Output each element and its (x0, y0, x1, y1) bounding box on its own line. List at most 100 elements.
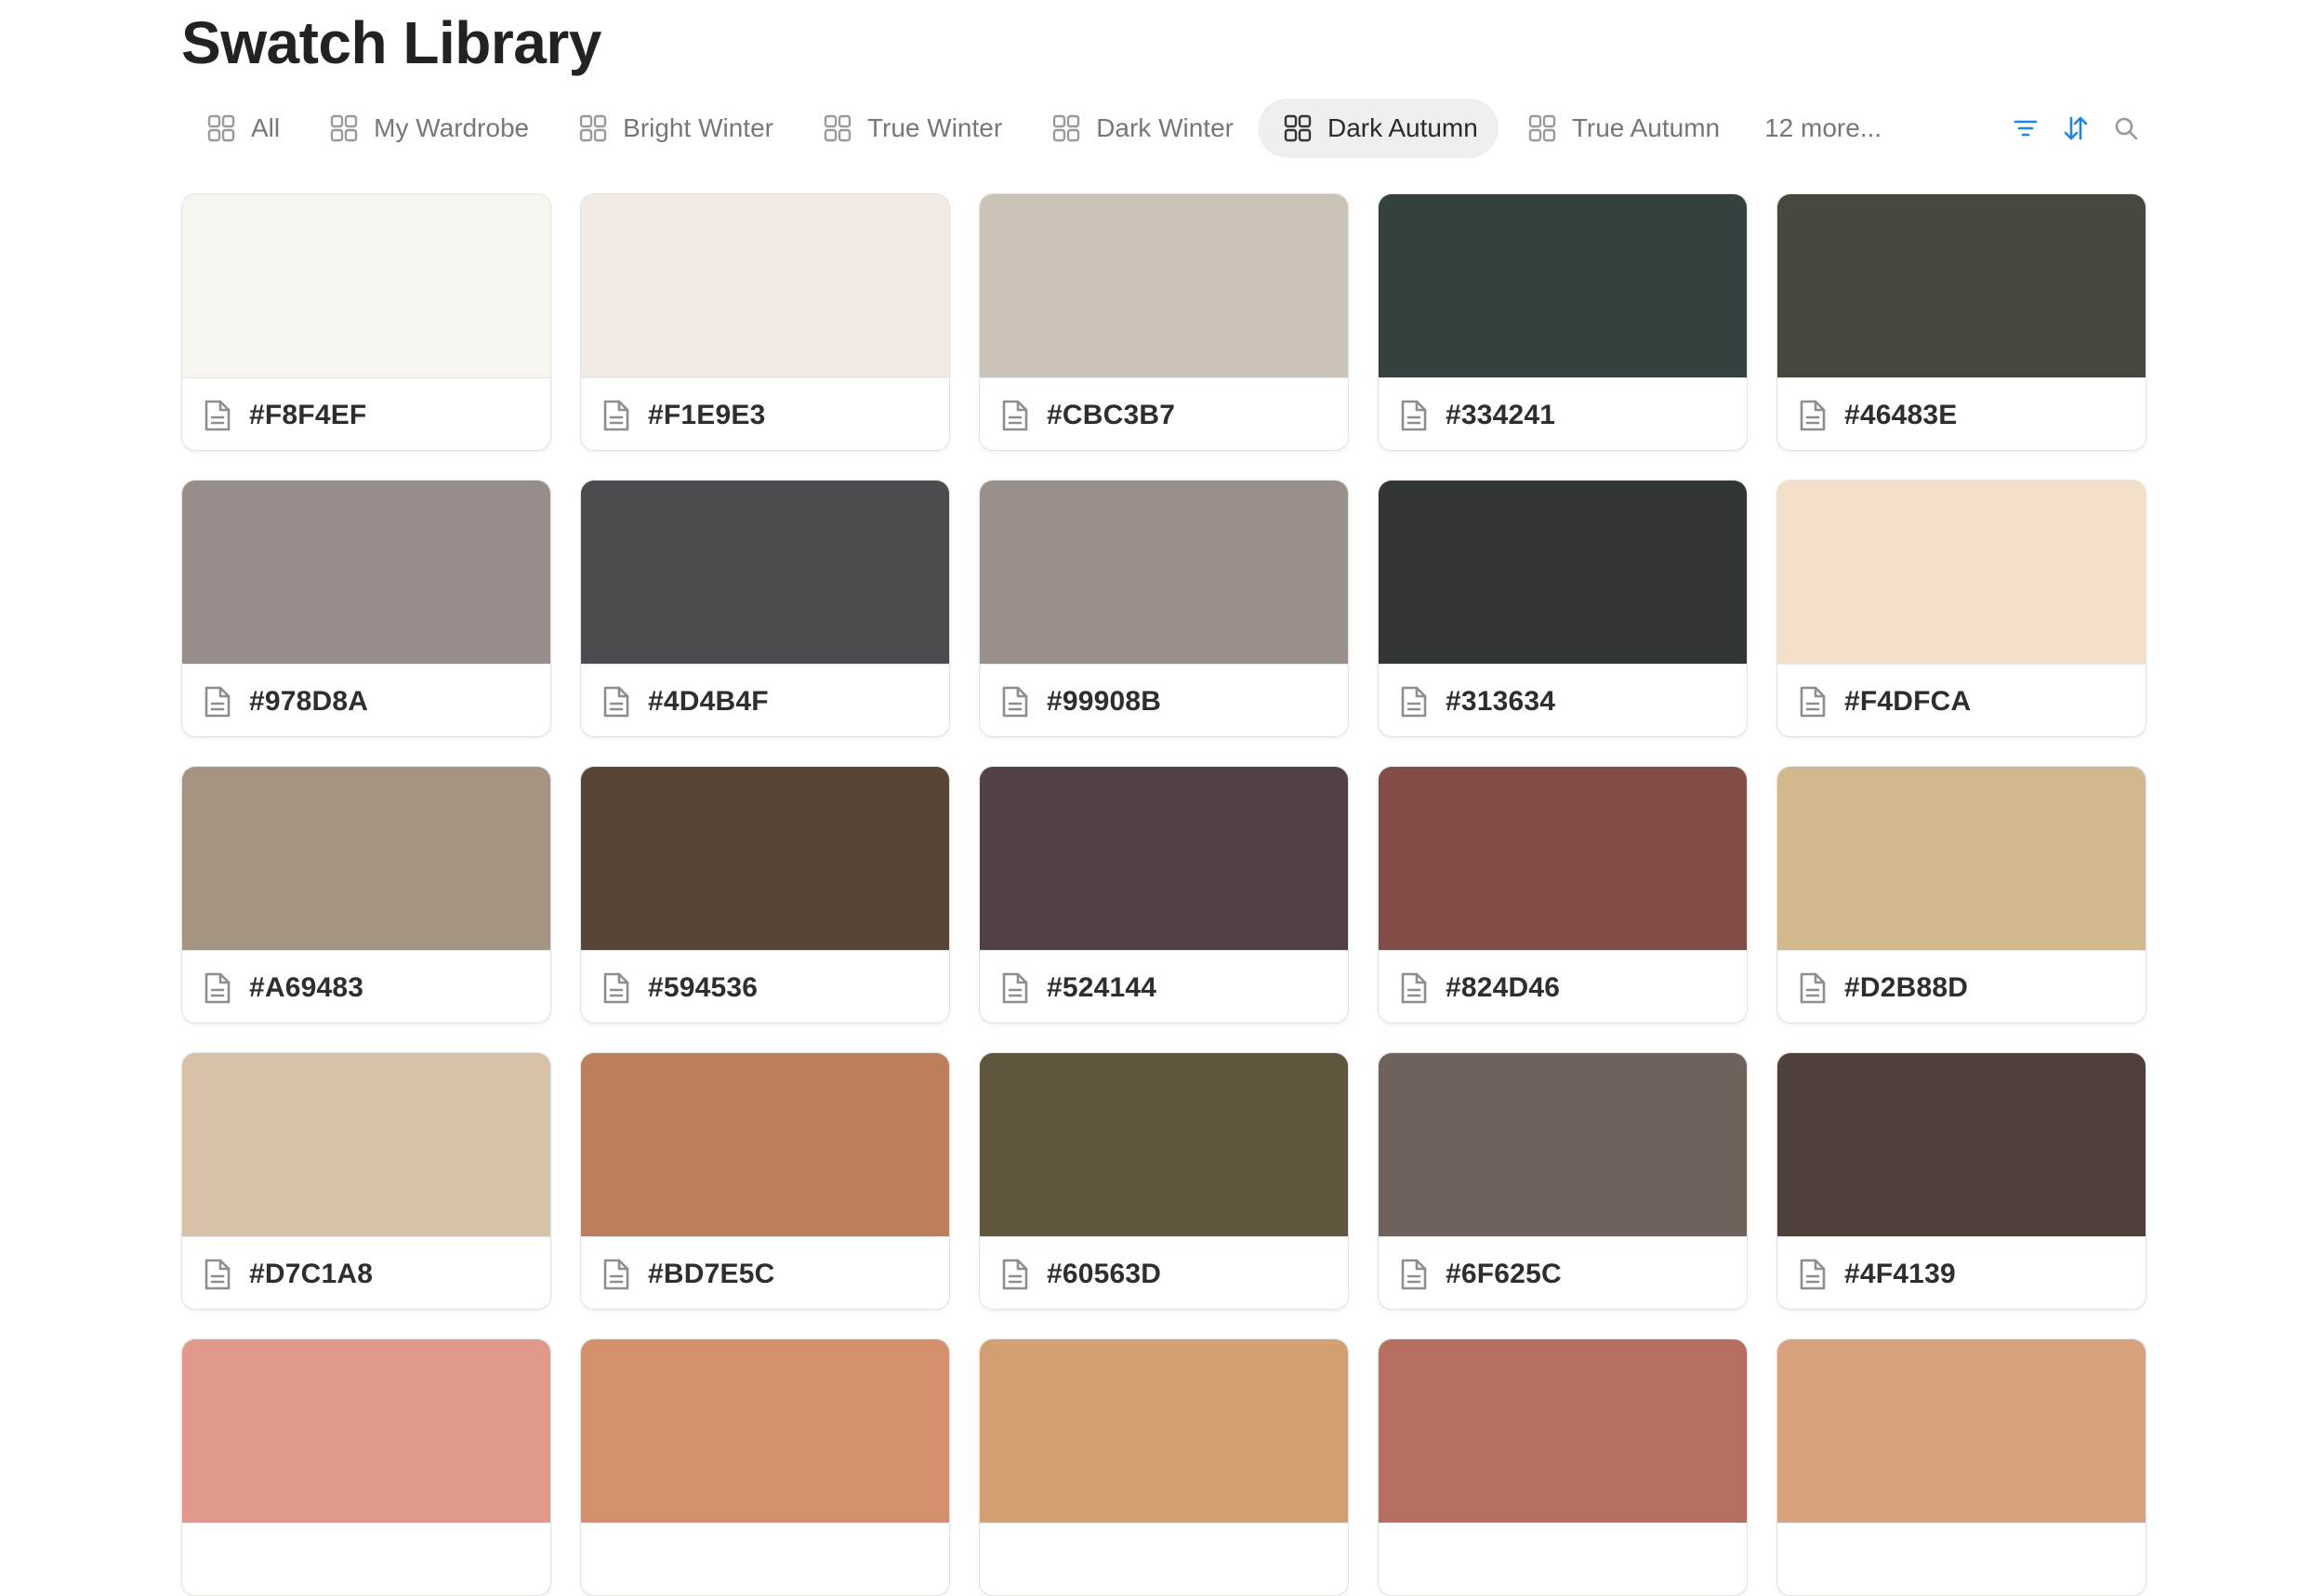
view-tabs: All My Wardrobe Bright Winter True Winter Da… (181, 99, 1896, 158)
swatch-card[interactable]: #60563D (979, 1052, 1349, 1310)
page-icon (601, 970, 631, 1006)
tab-bright-winter[interactable]: Bright Winter (553, 99, 794, 158)
tab-dark-autumn[interactable]: Dark Autumn (1257, 99, 1499, 158)
swatch-hex-label: #99908B (1047, 685, 1162, 717)
page-icon (1798, 684, 1828, 719)
swatch-card[interactable]: #978D8A (181, 480, 551, 737)
swatch-preview (980, 481, 1348, 665)
tab-true-winter[interactable]: True Winter (798, 99, 1023, 158)
swatch-preview (581, 1339, 949, 1523)
tab-dark-winter[interactable]: Dark Winter (1026, 99, 1254, 158)
page-icon (1798, 398, 1828, 433)
swatch-card[interactable]: #D7C1A8 (181, 1052, 551, 1310)
swatch-card[interactable]: #524144 (979, 766, 1349, 1023)
gallery-grid-icon (823, 113, 852, 143)
swatch-preview (980, 1053, 1348, 1237)
swatch-hex-label: #313634 (1446, 685, 1556, 717)
swatch-hex-label: #BD7E5C (648, 1258, 775, 1289)
swatch-card[interactable]: #A69483 (181, 766, 551, 1023)
swatch-label-row: #A69483 (182, 951, 550, 1022)
swatch-card[interactable]: #334241 (1378, 193, 1748, 451)
tab-label: Bright Winter (623, 113, 773, 142)
swatch-preview (1379, 767, 1747, 951)
swatch-label-row: #CBC3B7 (980, 378, 1348, 450)
page-icon (1399, 1257, 1429, 1292)
swatch-card[interactable]: #BD7E5C (580, 1052, 950, 1310)
swatch-label-row: #D2B88D (1777, 951, 2146, 1022)
swatch-preview (182, 767, 550, 951)
swatch-card[interactable]: #313634 (1378, 480, 1748, 737)
swatch-preview (1379, 1053, 1747, 1237)
page-icon (1000, 970, 1030, 1006)
tab-my-wardrobe[interactable]: My Wardrobe (304, 99, 549, 158)
tab-label: Dark Autumn (1327, 113, 1478, 142)
swatch-card[interactable] (181, 1339, 551, 1596)
page-icon (1399, 398, 1429, 433)
page-icon (1798, 970, 1828, 1006)
page-icon (203, 684, 232, 719)
swatch-preview (1777, 1339, 2146, 1523)
swatch-hex-label: #978D8A (249, 685, 369, 717)
swatch-hex-label: #D7C1A8 (249, 1258, 374, 1289)
swatch-card[interactable] (979, 1339, 1349, 1596)
swatch-preview (581, 767, 949, 951)
swatch-card[interactable]: #F8F4EF (181, 193, 551, 451)
page-icon (601, 1257, 631, 1292)
swatch-card[interactable]: #99908B (979, 480, 1349, 737)
swatch-label-row: #524144 (980, 951, 1348, 1022)
page-icon (601, 398, 631, 433)
swatch-preview (581, 194, 949, 378)
swatch-card[interactable]: #D2B88D (1776, 766, 2146, 1023)
swatch-card[interactable]: #CBC3B7 (979, 193, 1349, 451)
swatch-hex-label: #4D4B4F (648, 685, 769, 717)
tab-label: My Wardrobe (374, 113, 530, 142)
tab-label: True Winter (866, 113, 1003, 142)
swatch-card[interactable] (580, 1339, 950, 1596)
swatch-hex-label: #4F4139 (1844, 1258, 1956, 1289)
swatch-card[interactable]: #6F625C (1378, 1052, 1748, 1310)
swatch-label-row: #46483E (1777, 378, 2146, 450)
swatch-preview (182, 1339, 550, 1523)
swatch-card[interactable] (1378, 1339, 1748, 1596)
search-icon[interactable] (2104, 106, 2148, 151)
tab-true-autumn[interactable]: True Autumn (1502, 99, 1740, 158)
swatch-hex-label: #CBC3B7 (1047, 399, 1176, 430)
swatch-gallery: #F8F4EF #F1E9E3 #CBC3B7 #334241 #46483E #978D… (181, 193, 2148, 1596)
swatch-hex-label: #60563D (1047, 1258, 1162, 1289)
page-icon (1000, 398, 1030, 433)
more-views-button[interactable]: 12 more... (1744, 99, 1896, 158)
page-icon (1798, 1257, 1828, 1292)
swatch-preview (581, 1053, 949, 1237)
swatch-card[interactable]: #F4DFCA (1776, 480, 2146, 737)
page-icon (203, 970, 232, 1006)
swatch-card[interactable]: #4F4139 (1776, 1052, 2146, 1310)
tab-label: All (251, 113, 281, 142)
swatch-hex-label: #F1E9E3 (648, 399, 766, 430)
sort-icon[interactable] (2053, 106, 2098, 151)
gallery-grid-icon (1283, 113, 1313, 143)
swatch-card[interactable]: #594536 (580, 766, 950, 1023)
page-title: Swatch Library (181, 9, 601, 76)
swatch-label-row: #F4DFCA (1777, 665, 2146, 736)
page-icon (1399, 970, 1429, 1006)
swatch-card[interactable]: #4D4B4F (580, 480, 950, 737)
swatch-hex-label: #824D46 (1446, 971, 1561, 1003)
filter-icon[interactable] (2003, 106, 2048, 151)
swatch-card[interactable] (1776, 1339, 2146, 1596)
swatch-preview (581, 481, 949, 665)
swatch-hex-label: #F4DFCA (1844, 685, 1972, 717)
swatch-card[interactable]: #F1E9E3 (580, 193, 950, 451)
views-bar: All My Wardrobe Bright Winter True Winter Da… (181, 99, 2148, 158)
swatch-hex-label: #46483E (1844, 399, 1958, 430)
swatch-preview (980, 194, 1348, 378)
swatch-label-row: #60563D (980, 1237, 1348, 1309)
swatch-label-row: #824D46 (1379, 951, 1747, 1022)
page-icon (601, 684, 631, 719)
swatch-card[interactable]: #824D46 (1378, 766, 1748, 1023)
gallery-grid-icon (1051, 113, 1081, 143)
swatch-label-row: #4D4B4F (581, 665, 949, 736)
swatch-preview (1379, 1339, 1747, 1523)
swatch-label-row: #978D8A (182, 665, 550, 736)
tab-all[interactable]: All (181, 99, 300, 158)
swatch-card[interactable]: #46483E (1776, 193, 2146, 451)
